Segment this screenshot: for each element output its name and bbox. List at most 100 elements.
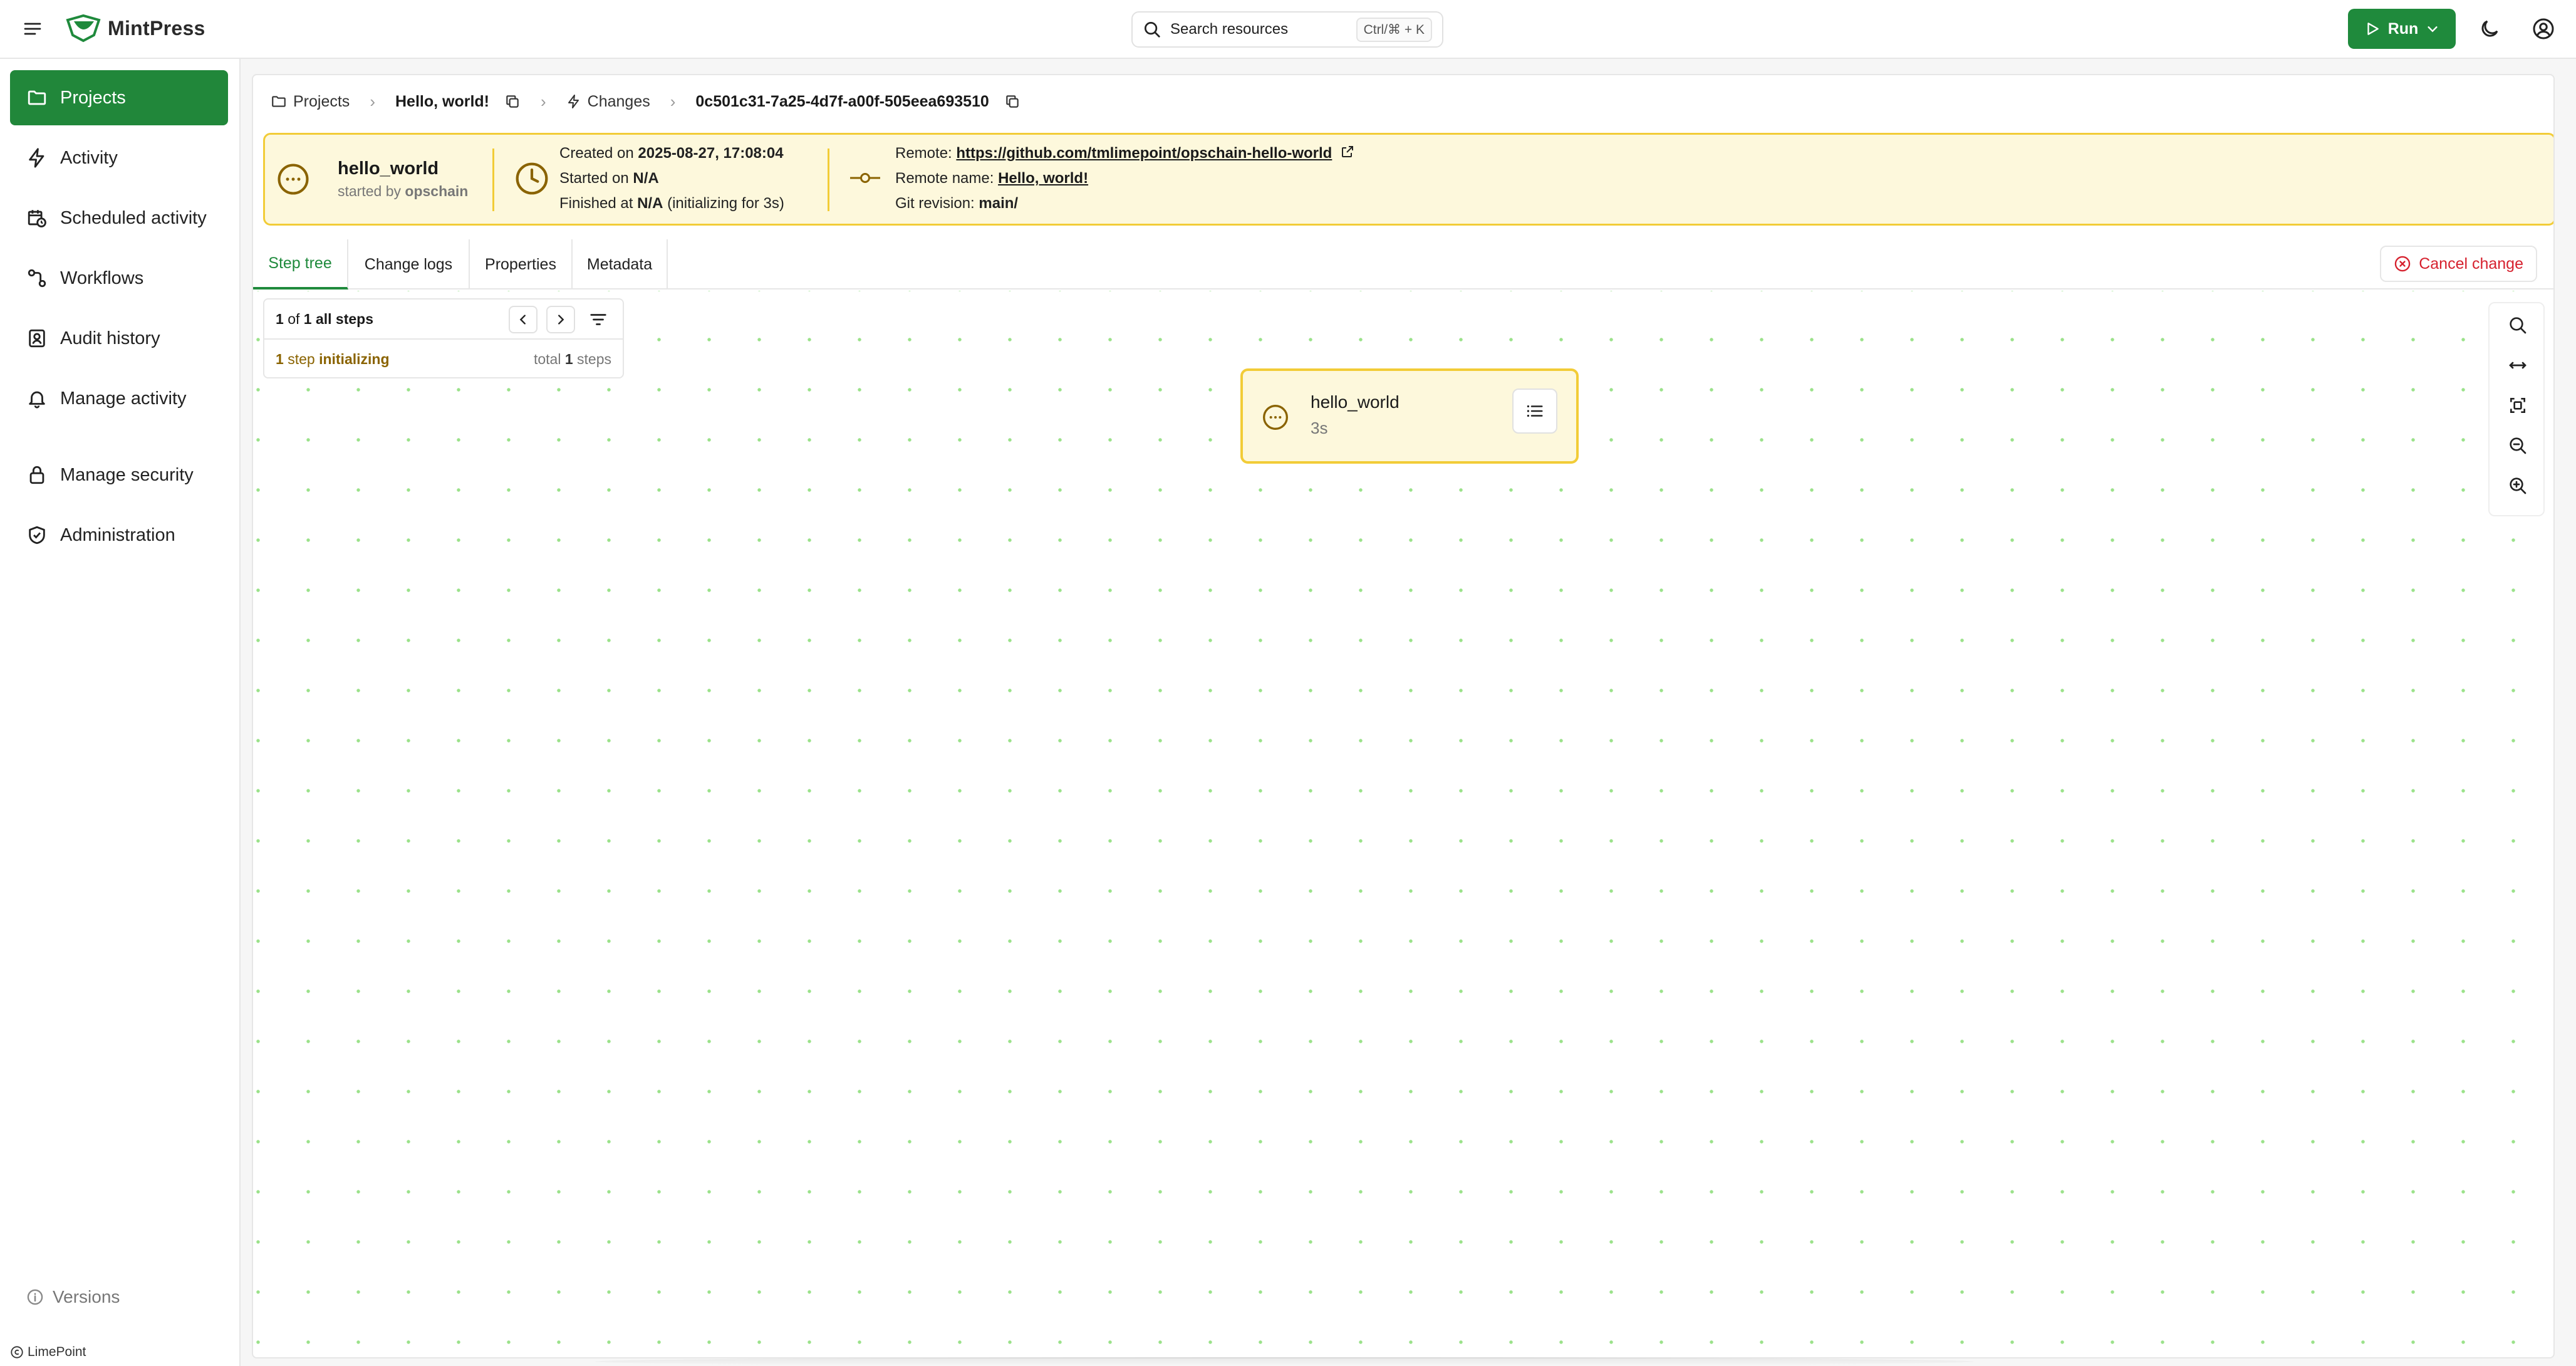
git-revision-line: Git revision: main/: [895, 191, 1472, 216]
sidebar-item-activity[interactable]: Activity: [10, 130, 228, 185]
started-value: N/A: [633, 170, 659, 187]
chevron-right-icon: ›: [670, 91, 676, 111]
remote-label: Remote:: [895, 145, 952, 162]
finished-line: Finished at N/A (initializing for 3s): [559, 191, 835, 216]
sidebar-item-audit-history[interactable]: Audit history: [10, 311, 228, 366]
change-id-label: 0c501c31-7a25-4d7f-a00f-505eea693510: [695, 92, 989, 110]
zoom-out-button[interactable]: [2506, 434, 2530, 457]
total-steps: total 1 steps: [534, 351, 611, 368]
previous-step-button[interactable]: [509, 306, 538, 333]
total-count: 1: [564, 350, 573, 367]
banner-divider: [492, 149, 494, 211]
remote-name-link[interactable]: Hello, world!: [998, 170, 1088, 187]
step-counter: 1 of 1 all steps: [264, 300, 623, 340]
step-node-duration: 3s: [1311, 419, 1328, 437]
chevron-right-icon: ›: [540, 91, 546, 111]
sidebar-item-manage-activity[interactable]: Manage activity: [10, 371, 228, 426]
main-panel: Projects › Hello, world! › Changes › 0c5…: [252, 74, 2555, 1358]
tab-metadata[interactable]: Metadata: [573, 239, 668, 289]
external-link-icon[interactable]: [1340, 144, 1355, 159]
zoom-in-button[interactable]: [2506, 474, 2530, 498]
cancel-change-button[interactable]: Cancel change: [2380, 246, 2537, 282]
started-by-label: started by: [338, 183, 401, 199]
step-status-summary: 1 step initializing total 1 steps: [264, 340, 623, 378]
breadcrumb-changes-label: Changes: [587, 92, 650, 110]
breadcrumb-changes[interactable]: Changes: [566, 93, 650, 111]
sidebar-item-projects[interactable]: Projects: [10, 70, 228, 125]
started-label: Started on: [559, 170, 629, 187]
versions-label: Versions: [53, 1287, 120, 1306]
workflow-icon: [28, 269, 46, 288]
started-line: Started on N/A: [559, 166, 835, 191]
change-status-banner: hello_world started by opschain Created …: [263, 133, 2553, 226]
search-icon: [2510, 317, 2527, 334]
top-bar: MintPress Search resources Ctrl/⌘ + K Ru…: [0, 0, 2576, 59]
created-value: 2025-08-27, 17:08:04: [638, 145, 784, 162]
account-icon[interactable]: [2532, 18, 2555, 40]
finished-label: Finished at: [559, 195, 633, 212]
fit-width-button[interactable]: [2506, 353, 2530, 377]
status-count: 1: [276, 350, 284, 367]
breadcrumb-projects[interactable]: Projects: [271, 93, 350, 111]
copy-icon[interactable]: [1004, 93, 1021, 110]
sidebar-item-scheduled-activity[interactable]: Scheduled activity: [10, 190, 228, 246]
footer-label: LimePoint: [28, 1345, 86, 1359]
calendar-clock-icon: [28, 210, 46, 227]
total-label: total: [533, 350, 561, 367]
search-placeholder: Search resources: [1170, 21, 1289, 38]
tab-step-tree[interactable]: Step tree: [253, 239, 348, 289]
pending-status-icon: [1263, 405, 1288, 430]
chevron-right-icon: [558, 315, 564, 325]
cancel-change-label: Cancel change: [2419, 254, 2523, 273]
copy-icon[interactable]: [504, 93, 521, 110]
filter-button[interactable]: [584, 306, 613, 333]
run-button[interactable]: Run: [2348, 9, 2456, 49]
sidebar-item-administration[interactable]: Administration: [10, 508, 228, 563]
breadcrumb-project[interactable]: Hello, world!: [395, 93, 521, 111]
tab-change-logs[interactable]: Change logs: [348, 239, 470, 289]
zoom-in-icon: [2510, 477, 2527, 494]
bottom-shadow: [595, 1357, 1973, 1366]
mintpress-logo-icon: [66, 14, 101, 43]
breadcrumb-project-label: Hello, world!: [395, 92, 489, 110]
folder-icon: [28, 90, 46, 105]
app-logo[interactable]: MintPress: [65, 14, 205, 43]
clock-icon: [516, 162, 548, 195]
folder-icon: [272, 96, 286, 107]
sidebar-item-label: Audit history: [60, 328, 160, 348]
next-step-button[interactable]: [546, 306, 575, 333]
info-icon: [27, 1289, 43, 1305]
copyright-icon: [11, 1346, 23, 1358]
app-name: MintPress: [108, 16, 205, 39]
remote-line: Remote: https://github.com/tmlimepoint/o…: [895, 141, 1472, 166]
search-input[interactable]: Search resources Ctrl/⌘ + K: [1131, 11, 1443, 48]
versions-link[interactable]: Versions: [26, 1287, 120, 1307]
step-node-name: hello_world: [1311, 392, 1400, 412]
theme-toggle-moon-icon[interactable]: [2478, 18, 2501, 40]
sidebar-item-label: Manage activity: [60, 388, 187, 409]
step-navigator: 1 of 1 all steps 1 step initializing tot…: [263, 298, 624, 378]
sidebar-item-label: Scheduled activity: [60, 207, 207, 228]
finished-note: (initializing for 3s): [667, 195, 784, 212]
bolt-icon: [29, 148, 44, 168]
tab-properties[interactable]: Properties: [470, 239, 573, 289]
banner-git-info: Remote: https://github.com/tmlimepoint/o…: [850, 135, 1477, 224]
git-commit-icon: [850, 173, 880, 183]
fit-view-icon: [2510, 398, 2525, 413]
audit-icon: [29, 329, 45, 348]
step-of-label: of: [288, 310, 300, 327]
remote-url-link[interactable]: https://github.com/tmlimepoint/opschain-…: [956, 145, 1332, 162]
sidebar-item-label: Projects: [60, 87, 126, 108]
step-node-hello-world[interactable]: hello_world 3s: [1240, 368, 1579, 464]
play-icon: [2367, 23, 2379, 35]
total-unit: steps: [577, 350, 611, 367]
step-total: 1: [303, 310, 312, 327]
menu-icon[interactable]: [23, 19, 43, 39]
canvas-search-button[interactable]: [2506, 313, 2530, 337]
lock-icon: [29, 466, 44, 484]
sidebar-item-workflows[interactable]: Workflows: [10, 251, 228, 306]
sidebar-item-manage-security[interactable]: Manage security: [10, 447, 228, 503]
list-icon: [1527, 405, 1543, 417]
step-node-logs-button[interactable]: [1512, 388, 1557, 434]
fit-view-button[interactable]: [2506, 394, 2530, 417]
